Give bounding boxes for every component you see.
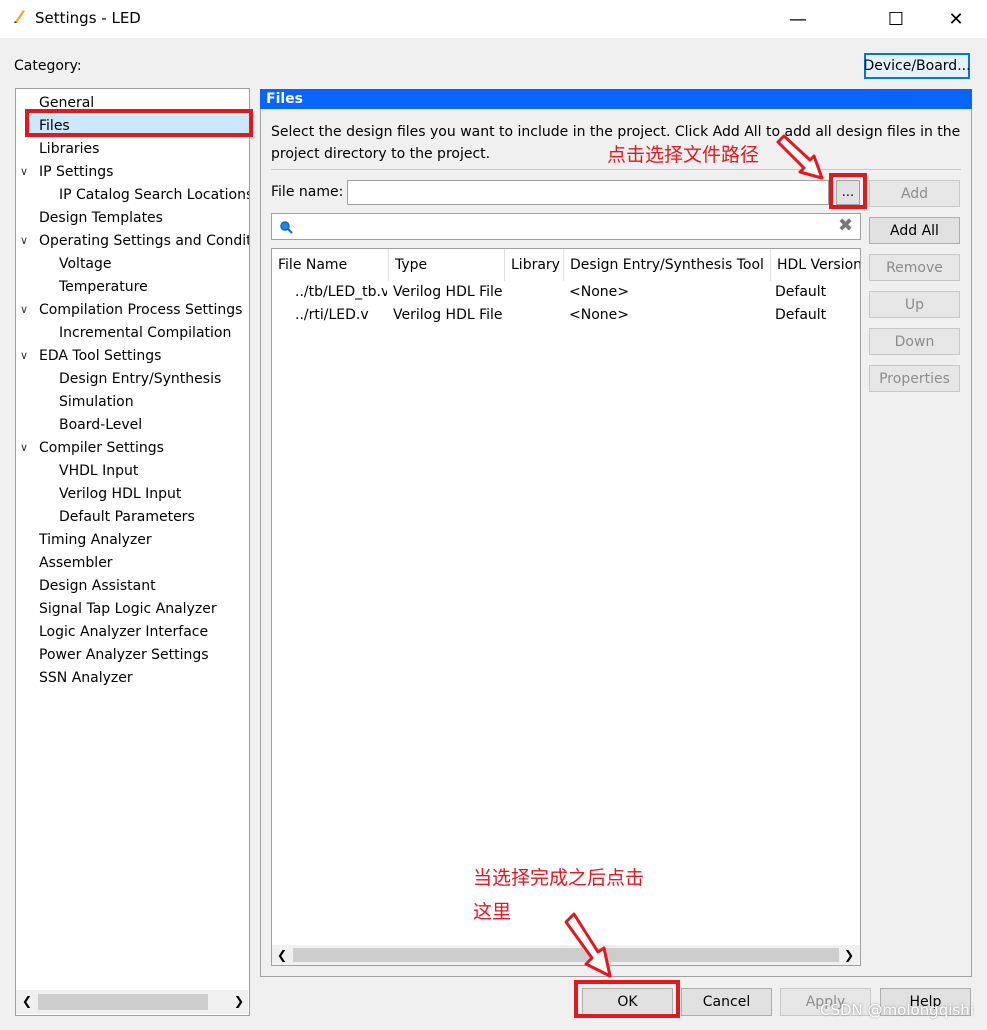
column-header[interactable]: File Name [272,249,389,281]
device-board-button[interactable]: Device/Board... [863,53,971,79]
tree-item-label: Design Templates [39,210,163,226]
table-cell[interactable]: <None> [569,284,629,300]
file-name-input[interactable] [347,180,829,205]
chevron-down-icon[interactable]: ∨ [20,437,28,459]
tree-item-label: Voltage [59,256,112,272]
remove-button[interactable]: Remove [869,254,960,281]
chevron-down-icon[interactable]: ∨ [20,230,28,252]
column-header[interactable]: HDL Version [771,249,860,281]
file-name-label: File name: [271,184,344,200]
separator [271,169,961,170]
ok-annotation-line1: 当选择完成之后点击 [473,867,645,889]
maximize-button[interactable]: ☐ [871,0,921,38]
tree-item-label: Design Entry/Synthesis [59,371,222,387]
tree-item-label: Verilog HDL Input [59,486,182,502]
tree-item-label: Board-Level [59,417,143,433]
files-panel-header: Files [260,89,972,109]
tree-item-label: Power Analyzer Settings [39,647,209,663]
ok-highlight-box [574,980,680,1018]
table-cell[interactable]: Default [775,307,826,323]
tree-item-label: Default Parameters [59,509,195,525]
tree-item-label: Compiler Settings [39,440,164,456]
tree-item-label: Operating Settings and Conditions [39,233,249,249]
category-label: Category: [14,58,82,74]
table-cell[interactable]: Verilog HDL File [393,307,505,323]
tree-item-label: Logic Analyzer Interface [39,624,209,640]
browse-highlight-box [829,173,867,209]
table-cell[interactable]: ../tb/LED_tb.v [295,284,387,300]
cancel-button[interactable]: Cancel [681,988,772,1016]
table-cell[interactable]: Default [775,284,826,300]
tree-item-label: Timing Analyzer [39,532,152,548]
app-icon [14,10,25,23]
tree-item-label: Incremental Compilation [59,325,232,341]
chevron-down-icon[interactable]: ∨ [20,345,28,367]
scroll-right-icon[interactable]: ❯ [234,994,244,1008]
add-button[interactable]: Add [869,180,960,207]
scroll-left-icon[interactable]: ❮ [277,948,287,962]
add-all-button[interactable]: Add All [869,217,960,244]
tree-item-label: Simulation [59,394,134,410]
tree-item-label: VHDL Input [59,463,139,479]
close-button[interactable]: ✕ [931,0,981,38]
tree-item-label: Libraries [39,141,100,157]
search-icon [280,221,293,234]
files-highlight-box [25,109,253,137]
clear-filter-icon[interactable]: ✖ [838,215,853,236]
down-button[interactable]: Down [869,328,960,355]
tree-item-label: IP Settings [39,164,114,180]
tree-item-label: Signal Tap Logic Analyzer [39,601,217,617]
browse-annotation: 点击选择文件路径 [607,144,760,166]
arrow-icon [776,134,824,180]
filter-input[interactable] [271,213,861,240]
table-cell[interactable]: ../rti/LED.v [295,307,387,323]
chevron-down-icon[interactable]: ∨ [20,161,28,183]
category-tree[interactable]: General Files Libraries ∨ IP Settings IP Cata… [15,88,250,1016]
tree-item-label: IP Catalog Search Locations [59,187,250,203]
table-cell[interactable]: Verilog HDL File [393,284,505,300]
tree-item-label: SSN Analyzer [39,670,133,686]
tree-scroll-thumb[interactable] [38,994,208,1010]
title-bar [0,0,987,38]
tree-item-label: EDA Tool Settings [39,348,162,364]
files-table [271,248,861,966]
watermark: CSDN @molongqishi [820,1001,974,1019]
properties-button[interactable]: Properties [869,365,960,392]
up-button[interactable]: Up [869,291,960,318]
arrow-icon [564,912,612,978]
tree-item-label: Design Assistant [39,578,156,594]
column-header[interactable]: Library [505,249,564,281]
ok-annotation-line2: 这里 [473,901,512,923]
scroll-right-icon[interactable]: ❯ [844,948,854,962]
minimize-button[interactable]: — [773,0,823,38]
tree-item-label: Assembler [39,555,113,571]
column-header[interactable]: Type [389,249,505,281]
chevron-down-icon[interactable]: ∨ [20,299,28,321]
column-header[interactable]: Design Entry/Synthesis Tool [564,249,771,281]
scroll-left-icon[interactable]: ❮ [22,994,32,1008]
window-title: Settings - LED [35,9,141,27]
tree-item-label: Compilation Process Settings [39,302,243,318]
table-cell[interactable]: <None> [569,307,629,323]
tree-item-label: Temperature [59,279,148,295]
